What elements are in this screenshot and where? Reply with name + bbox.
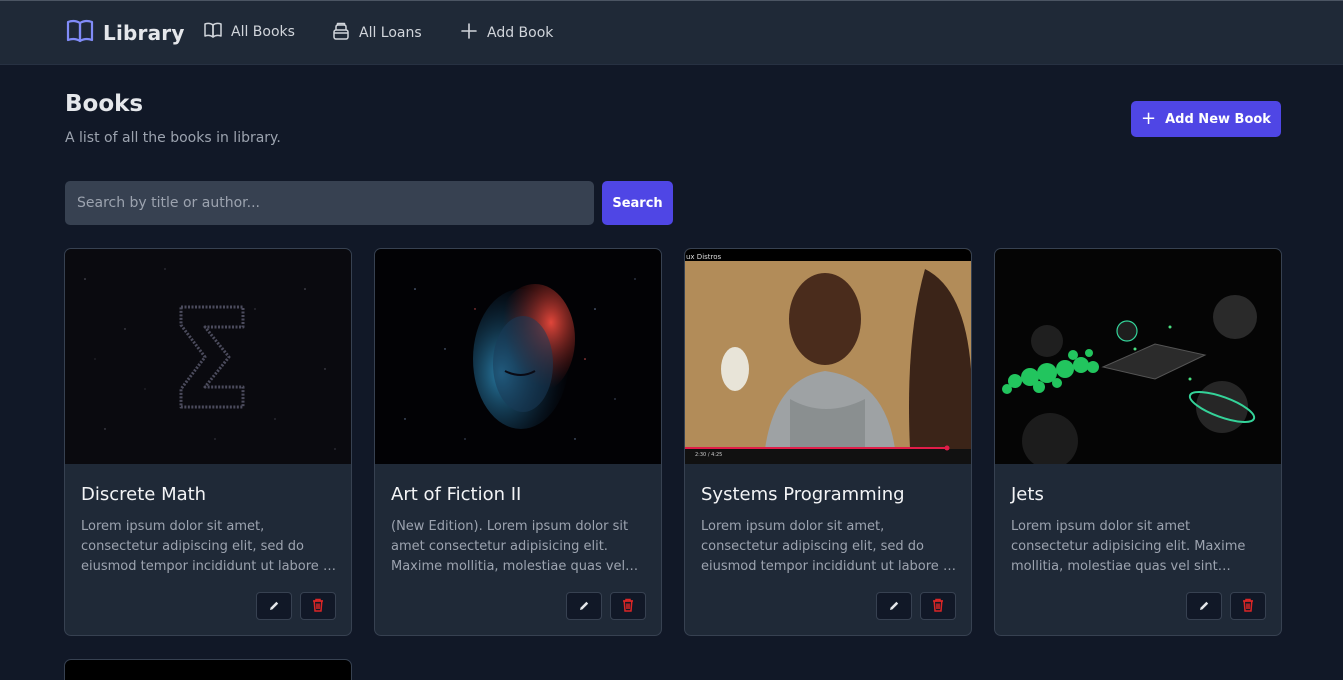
pencil-icon <box>578 597 590 616</box>
brand-title: Library <box>103 21 185 45</box>
add-new-book-button[interactable]: + Add New Book <box>1131 101 1281 137</box>
pencil-icon <box>268 597 280 616</box>
trash-icon <box>312 597 324 616</box>
page-subtitle: A list of all the books in library. <box>65 130 281 146</box>
navbar: Library All Books All Loans Add Book <box>0 1 1343 65</box>
delete-button[interactable] <box>920 592 956 620</box>
book-title: Art of Fiction II <box>391 484 522 505</box>
book-description: Lorem ipsum dolor sit amet, consectetur … <box>701 519 957 574</box>
delete-button[interactable] <box>300 592 336 620</box>
book-title: Systems Programming <box>701 484 905 505</box>
video-timestamp: 2:30 / 4:25 <box>695 452 723 458</box>
delete-button[interactable] <box>610 592 646 620</box>
video-channel-text: ux Distros <box>686 253 722 261</box>
pencil-icon <box>888 597 900 616</box>
book-cover-image <box>375 249 661 464</box>
book-card-jets: Jets Lorem ipsum dolor sit amet consecte… <box>994 248 1282 636</box>
search-button[interactable]: Search <box>602 181 673 225</box>
book-card-systems-programming: ux Distros 2:30 / 4:25 Systems Programmi… <box>684 248 972 636</box>
nav-add-book[interactable]: Add Book <box>460 22 553 44</box>
trash-icon <box>622 597 634 616</box>
plus-icon: + <box>1141 108 1157 129</box>
edit-button[interactable] <box>1186 592 1222 620</box>
book-description: Lorem ipsum dolor sit amet consectetur a… <box>1011 519 1246 574</box>
book-open-icon <box>66 19 94 47</box>
archive-icon <box>332 22 350 44</box>
page-title: Books <box>65 91 144 117</box>
book-description: Lorem ipsum dolor sit amet, consectetur … <box>81 519 337 574</box>
pencil-icon <box>1198 597 1210 616</box>
add-new-book-label: Add New Book <box>1165 111 1271 127</box>
nav-all-books-label: All Books <box>231 24 295 40</box>
plus-icon <box>460 22 478 44</box>
nav-all-loans-label: All Loans <box>359 25 422 41</box>
edit-button[interactable] <box>566 592 602 620</box>
book-title: Jets <box>1011 484 1044 505</box>
nav-all-loans[interactable]: All Loans <box>332 22 422 44</box>
trash-icon <box>932 597 944 616</box>
edit-button[interactable] <box>256 592 292 620</box>
book-open-icon <box>204 22 222 42</box>
book-card-art-of-fiction: Art of Fiction II (New Edition). Lorem i… <box>374 248 662 636</box>
nav-all-books[interactable]: All Books <box>204 22 295 42</box>
book-description: (New Edition). Lorem ipsum dolor sit ame… <box>391 519 629 574</box>
search-input[interactable] <box>65 181 594 225</box>
delete-button[interactable] <box>1230 592 1266 620</box>
book-cover-image <box>65 249 351 464</box>
trash-icon <box>1242 597 1254 616</box>
nav-add-book-label: Add Book <box>487 25 554 41</box>
book-title: Discrete Math <box>81 484 207 505</box>
book-cover-image: ux Distros 2:30 / 4:25 <box>685 249 971 464</box>
book-cover-image <box>995 249 1281 464</box>
brand[interactable]: Library <box>66 19 185 47</box>
book-card-partial <box>64 659 352 680</box>
book-card-discrete-math: Discrete Math Lorem ipsum dolor sit amet… <box>64 248 352 636</box>
edit-button[interactable] <box>876 592 912 620</box>
